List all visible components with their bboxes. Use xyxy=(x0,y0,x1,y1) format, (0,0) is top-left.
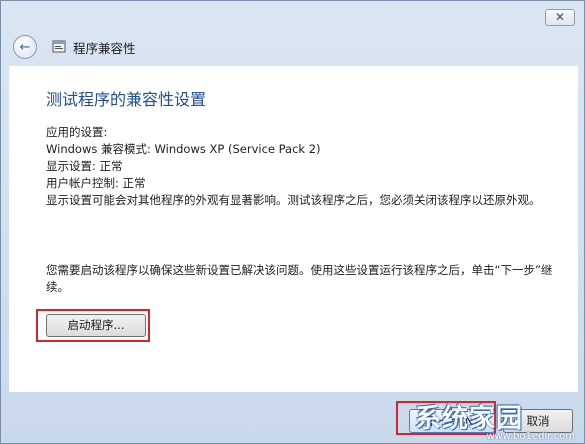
watermark-url: www.bo1edir.com xyxy=(486,431,575,442)
dialog-header: ← 程序兼容性 xyxy=(9,29,578,65)
display-settings-text: 显示设置: 正常 xyxy=(46,159,123,173)
close-button[interactable]: ✕ xyxy=(545,9,575,26)
uac-text: 用户帐户控制: 正常 xyxy=(46,176,146,190)
applied-settings: 应用的设置: Windows 兼容模式: Windows XP (Service… xyxy=(46,124,556,209)
content-panel: 测试程序的兼容性设置 应用的设置: Windows 兼容模式: Windows … xyxy=(9,65,578,392)
back-arrow-icon: ← xyxy=(19,39,31,55)
compatibility-dialog: ✕ ← 程序兼容性 测试程序的兼容性设置 应用的设置: Windows 兼容模式… xyxy=(0,0,585,444)
site-watermark: 系统家园 www.bo1edir.com xyxy=(415,398,585,444)
page-heading: 测试程序的兼容性设置 xyxy=(46,90,207,109)
warning-text: 显示设置可能会对其他程序的外观有显著影响。测试该程序之后，您必须关闭该程序以还原… xyxy=(46,193,541,207)
window-title: 程序兼容性 xyxy=(73,40,136,56)
instruction-text: 您需要启动该程序以确保这些新设置已解决该问题。使用这些设置运行该程序之后，单击“… xyxy=(46,263,553,294)
program-icon xyxy=(51,39,67,55)
start-button-highlight xyxy=(36,309,150,342)
back-button[interactable]: ← xyxy=(13,35,37,59)
settings-label: 应用的设置: xyxy=(46,125,108,139)
compat-mode-text: Windows 兼容模式: Windows XP (Service Pack 2… xyxy=(46,142,321,156)
watermark-logo: 系统家园 xyxy=(415,404,524,434)
